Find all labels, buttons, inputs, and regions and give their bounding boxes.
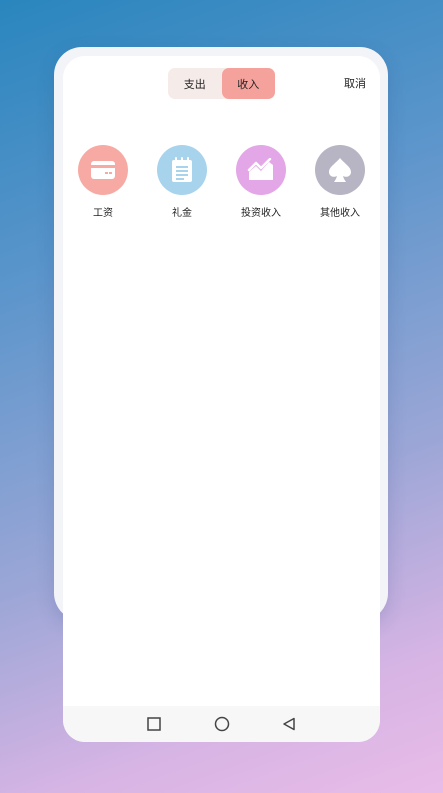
cancel-button[interactable]: 取消 (344, 75, 366, 91)
trend-chart-icon (236, 145, 286, 195)
spade-icon (315, 145, 365, 195)
tab-income[interactable]: 收入 (221, 68, 275, 99)
system-navigation-bar (63, 706, 380, 742)
category-salary[interactable]: 工资 (69, 145, 137, 219)
app-screen: 支出 收入 取消 工资 礼金 投资收入 其他收入 (63, 56, 380, 742)
notepad-icon (157, 145, 207, 195)
category-investment-income[interactable]: 投资收入 (227, 145, 295, 219)
card-icon (78, 145, 128, 195)
category-label: 礼金 (172, 208, 192, 219)
category-label: 投资收入 (241, 208, 281, 219)
recent-apps-icon[interactable] (144, 714, 164, 734)
category-label: 工资 (93, 208, 113, 219)
home-icon[interactable] (212, 714, 232, 734)
type-toggle: 支出 收入 (168, 68, 275, 99)
category-gift-money[interactable]: 礼金 (148, 145, 216, 219)
back-icon[interactable] (279, 714, 299, 734)
tab-expense[interactable]: 支出 (168, 68, 222, 99)
category-label: 其他收入 (320, 208, 360, 219)
category-other-income[interactable]: 其他收入 (306, 145, 374, 219)
category-grid: 工资 礼金 投资收入 其他收入 (63, 145, 380, 225)
